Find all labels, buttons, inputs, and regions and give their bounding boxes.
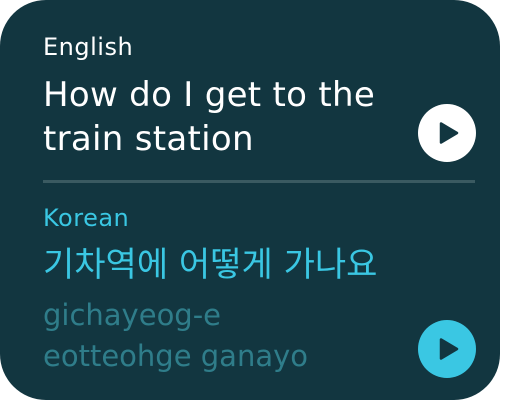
source-language-label: English: [43, 33, 134, 61]
play-translation-audio-button[interactable]: [418, 320, 476, 378]
source-text: How do I get to the train station: [43, 73, 375, 161]
target-language-label: Korean: [43, 204, 130, 232]
source-text-line: train station: [43, 119, 254, 159]
play-icon: [439, 338, 459, 360]
translated-text: 기차역에 어떻게 가나요: [43, 245, 378, 285]
divider: [43, 180, 475, 183]
romanization-line: gichayeog-e: [43, 298, 222, 332]
play-icon: [439, 122, 459, 144]
romanization-line: eotteohge ganayo: [43, 339, 308, 373]
source-text-line: How do I get to the: [43, 75, 376, 115]
translation-card: English How do I get to the train statio…: [0, 0, 500, 400]
romanization-text: gichayeog-e eotteohge ganayo: [43, 295, 308, 377]
play-source-audio-button[interactable]: [418, 104, 476, 162]
